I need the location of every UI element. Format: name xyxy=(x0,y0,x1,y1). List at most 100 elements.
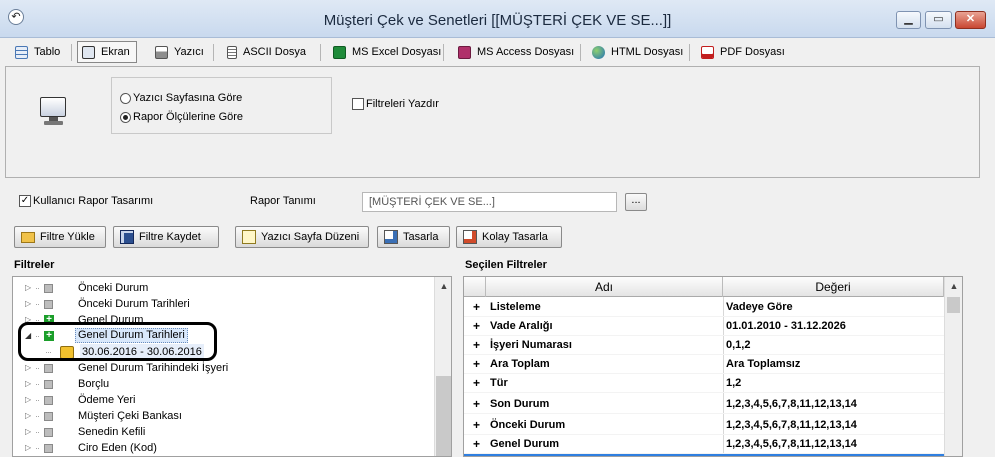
tab-separator xyxy=(580,44,581,61)
grid-scrollbar[interactable]: ▲ xyxy=(944,277,962,456)
save-filter-button[interactable]: Filtre Kaydet xyxy=(113,226,219,248)
button-label: Kolay Tasarla xyxy=(482,231,548,243)
tab-ascii[interactable]: ASCII Dosya xyxy=(222,41,313,63)
browse-button[interactable]: ... xyxy=(625,193,647,211)
tree-scrollbar[interactable]: ▲ xyxy=(434,277,451,456)
expand-row-icon[interactable]: + xyxy=(473,418,480,432)
table-row[interactable]: + Listeleme Vadeye Göre xyxy=(464,298,944,317)
tab-table[interactable]: Tablo xyxy=(10,41,67,63)
tab-html[interactable]: HTML Dosyası xyxy=(587,41,690,63)
tab-separator xyxy=(71,44,72,61)
empty-filter-icon xyxy=(44,284,53,293)
column-header-name[interactable]: Adı xyxy=(486,277,723,297)
table-row[interactable]: + Ara Toplam Ara Toplamsız xyxy=(464,355,944,374)
expand-row-icon[interactable]: + xyxy=(473,338,480,352)
table-row[interactable]: + Genel Durum 1,2,3,4,5,6,7,8,11,12,13,14 xyxy=(464,435,944,454)
table-row[interactable]: + Tür 1,2 xyxy=(464,374,944,393)
table-row[interactable]: + İşyeri Numarası 0,1,2 xyxy=(464,336,944,355)
expand-arrow-icon[interactable]: ▷ xyxy=(25,408,31,424)
scroll-thumb[interactable] xyxy=(436,376,451,456)
expand-arrow-icon[interactable]: ▷ xyxy=(25,312,31,328)
tab-label: HTML Dosyası xyxy=(611,46,684,58)
tab-label: MS Access Dosyası xyxy=(477,46,575,58)
table-icon xyxy=(15,45,28,59)
expand-arrow-icon[interactable]: ▷ xyxy=(25,392,31,408)
window-title: Müşteri Çek ve Senetleri [[MÜŞTERİ ÇEK V… xyxy=(323,12,672,29)
expand-arrow-icon[interactable]: ▷ xyxy=(25,424,31,440)
filters-title: Filtreler xyxy=(14,259,55,271)
output-tab-bar: Tablo Ekran Yazıcı ASCII Dosya MS Excel … xyxy=(0,38,995,66)
filters-tree: ▷ ·· Önceki Durum ▷ ·· Önceki Durum Tarihler… xyxy=(12,276,452,457)
tab-label: Yazıcı xyxy=(174,46,204,58)
globe-icon xyxy=(592,45,605,59)
pdf-icon xyxy=(701,45,714,59)
scroll-up-icon[interactable]: ▲ xyxy=(435,281,451,291)
text-file-icon xyxy=(227,45,237,59)
empty-filter-icon xyxy=(44,444,53,453)
selected-filters-grid: Adı Değeri + Listeleme Vadeye Göre + Vade A… xyxy=(463,276,963,457)
button-label: Tasarla xyxy=(403,231,439,243)
tab-label: PDF Dosyası xyxy=(720,46,785,58)
radio-printer-page[interactable]: Yazıcı Sayfasına Göre xyxy=(120,92,242,104)
expand-row-icon[interactable]: + xyxy=(473,300,480,314)
report-name-field[interactable]: [MÜŞTERİ ÇEK VE SE...] xyxy=(362,192,617,212)
easy-design-button[interactable]: Kolay Tasarla xyxy=(456,226,562,248)
design-icon xyxy=(384,230,398,245)
tab-access[interactable]: MS Access Dosyası xyxy=(453,41,581,63)
expand-row-icon[interactable]: + xyxy=(473,376,480,390)
scroll-up-icon[interactable]: ▲ xyxy=(945,281,962,291)
date-range-icon xyxy=(60,346,74,359)
expand-arrow-icon[interactable]: ▷ xyxy=(25,280,31,296)
radio-label: Rapor Ölçülerine Göre xyxy=(133,111,244,123)
minimize-button[interactable]: ▁ xyxy=(896,11,921,29)
easy-design-icon xyxy=(463,230,477,245)
checkbox-label: Filtreleri Yazdır xyxy=(366,98,439,110)
printer-icon xyxy=(155,45,168,59)
expand-arrow-icon[interactable]: ▷ xyxy=(25,440,31,456)
empty-filter-icon xyxy=(44,364,53,373)
tab-label: Tablo xyxy=(34,46,61,58)
empty-filter-icon xyxy=(44,412,53,421)
empty-filter-icon xyxy=(44,428,53,437)
tab-excel[interactable]: MS Excel Dosyası xyxy=(328,41,448,63)
column-header-value[interactable]: Değeri xyxy=(723,277,944,297)
tab-screen[interactable]: Ekran xyxy=(77,41,137,63)
tab-pdf[interactable]: PDF Dosyası xyxy=(696,41,792,63)
title-bar: ↶ Müşteri Çek ve Senetleri [[MÜŞTERİ ÇEK… xyxy=(0,0,995,38)
load-filter-button[interactable]: Filtre Yükle xyxy=(14,226,106,248)
tab-separator xyxy=(689,44,690,61)
expand-row-icon[interactable]: + xyxy=(473,397,480,411)
expand-arrow-icon[interactable]: ▷ xyxy=(25,376,31,392)
grid-header-spacer xyxy=(464,277,486,297)
collapse-arrow-icon[interactable]: ◢ xyxy=(25,328,31,344)
print-filters-checkbox[interactable]: Filtreleri Yazdır xyxy=(352,98,439,111)
radio-report-size[interactable]: Rapor Ölçülerine Göre xyxy=(120,111,243,123)
monitor-icon xyxy=(40,97,68,127)
empty-filter-icon xyxy=(44,380,53,389)
maximize-button[interactable]: ▭ xyxy=(925,11,952,29)
checkbox-box-checked: ✓ xyxy=(19,195,31,208)
scroll-thumb[interactable] xyxy=(947,297,960,313)
table-row[interactable]: + Vade Aralığı 01.01.2010 - 31.12.2026 xyxy=(464,317,944,336)
button-label: Filtre Yükle xyxy=(40,231,95,243)
table-row[interactable]: + Önceki Durum 1,2,3,4,5,6,7,8,11,12,13,14 xyxy=(464,416,944,435)
expand-arrow-icon[interactable]: ▷ xyxy=(25,296,31,312)
page-setup-icon xyxy=(242,230,256,245)
tab-printer[interactable]: Yazıcı xyxy=(150,41,211,63)
radio-circle-selected xyxy=(120,111,131,123)
output-size-group: Yazıcı Sayfasına Göre Rapor Ölçülerine G… xyxy=(111,77,332,134)
floppy-disk-icon xyxy=(120,230,134,245)
tab-separator xyxy=(213,44,214,61)
close-button[interactable]: ✕ xyxy=(955,11,986,29)
expand-row-icon[interactable]: + xyxy=(473,437,480,451)
expand-row-icon[interactable]: + xyxy=(473,319,480,333)
expand-row-icon[interactable]: + xyxy=(473,357,480,371)
user-design-checkbox[interactable]: ✓ Kullanıcı Rapor Tasarımı xyxy=(19,195,153,208)
page-setup-button[interactable]: Yazıcı Sayfa Düzeni xyxy=(235,226,369,248)
folder-open-icon xyxy=(21,231,35,243)
selected-filters-title: Seçilen Filtreler xyxy=(465,259,547,271)
design-button[interactable]: Tasarla xyxy=(377,226,450,248)
button-label: Yazıcı Sayfa Düzeni xyxy=(261,231,360,243)
table-row[interactable]: + Son Durum 1,2,3,4,5,6,7,8,11,12,13,14 xyxy=(464,395,944,414)
expand-arrow-icon[interactable]: ▷ xyxy=(25,360,31,376)
